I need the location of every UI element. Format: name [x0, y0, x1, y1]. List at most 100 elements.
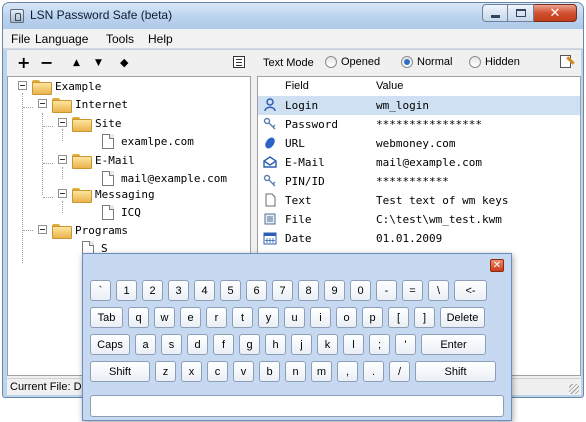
key-2-10[interactable]: ;: [369, 334, 390, 355]
menu-file[interactable]: File: [11, 32, 30, 46]
key-0-6[interactable]: 6: [246, 280, 267, 301]
list-view-icon[interactable]: [233, 56, 245, 68]
key-0-1[interactable]: 1: [116, 280, 137, 301]
key-1-5[interactable]: t: [232, 307, 253, 328]
key-0-5[interactable]: 5: [220, 280, 241, 301]
key-0-4[interactable]: 4: [194, 280, 215, 301]
key-0-9[interactable]: 9: [324, 280, 345, 301]
key-3-2[interactable]: x: [181, 361, 202, 382]
key-2-5[interactable]: g: [239, 334, 260, 355]
key-0-13[interactable]: \: [428, 280, 449, 301]
radio-hidden[interactable]: Hidden: [469, 56, 520, 68]
key-3-9[interactable]: .: [363, 361, 384, 382]
key-3-7[interactable]: m: [311, 361, 332, 382]
key-0-14[interactable]: <-: [454, 280, 487, 301]
key-1-13[interactable]: Delete: [440, 307, 485, 328]
key-2-11[interactable]: ': [395, 334, 416, 355]
keyboard-close-button[interactable]: ✕: [490, 259, 504, 272]
tree-node-site[interactable]: Site: [72, 114, 122, 132]
sort-button[interactable]: ◆: [120, 53, 128, 73]
tree-node-programs[interactable]: Programs: [52, 221, 128, 239]
key-1-3[interactable]: e: [180, 307, 201, 328]
title-bar[interactable]: LSN Password Safe (beta) ✕: [3, 3, 583, 29]
column-value[interactable]: Value: [376, 80, 403, 92]
maximize-button[interactable]: [508, 4, 534, 22]
grid-row-pin[interactable]: PIN/ID ***********: [258, 172, 580, 191]
radio-opened[interactable]: Opened: [325, 56, 380, 68]
collapse-site-icon[interactable]: [58, 118, 67, 127]
key-1-2[interactable]: w: [154, 307, 175, 328]
collapse-example-icon[interactable]: [18, 81, 27, 90]
key-2-1[interactable]: a: [135, 334, 156, 355]
key-2-7[interactable]: j: [291, 334, 312, 355]
grid-row-email[interactable]: E-Mail mail@example.com: [258, 153, 580, 172]
grid-row-password[interactable]: Password ****************: [258, 115, 580, 134]
key-2-12[interactable]: Enter: [421, 334, 486, 355]
key-0-0[interactable]: `: [90, 280, 111, 301]
grid-row-login[interactable]: Login wm_login: [258, 96, 580, 115]
collapse-programs-icon[interactable]: [38, 225, 47, 234]
key-3-4[interactable]: v: [233, 361, 254, 382]
key-0-3[interactable]: 3: [168, 280, 189, 301]
menu-language[interactable]: Language: [35, 32, 88, 46]
tree-node-email[interactable]: E-Mail: [72, 151, 135, 169]
add-button[interactable]: +: [17, 53, 30, 73]
key-3-0[interactable]: Shift: [90, 361, 150, 382]
grid-row-date[interactable]: Date 01.01.2009: [258, 229, 580, 248]
key-3-1[interactable]: z: [155, 361, 176, 382]
key-3-10[interactable]: /: [389, 361, 410, 382]
key-1-1[interactable]: q: [128, 307, 149, 328]
move-up-button[interactable]: ▲: [73, 53, 80, 73]
tree-item-icq[interactable]: ICQ: [102, 203, 141, 221]
key-2-4[interactable]: f: [213, 334, 234, 355]
remove-button[interactable]: −: [40, 53, 53, 73]
grid-row-text[interactable]: Text Test text of wm keys: [258, 191, 580, 210]
key-2-6[interactable]: h: [265, 334, 286, 355]
move-down-button[interactable]: ▼: [95, 53, 102, 73]
key-3-3[interactable]: c: [207, 361, 228, 382]
tree-item-examlpe-com[interactable]: examlpe.com: [102, 132, 194, 150]
key-1-9[interactable]: o: [336, 307, 357, 328]
key-3-5[interactable]: b: [259, 361, 280, 382]
key-2-8[interactable]: k: [317, 334, 338, 355]
key-0-8[interactable]: 8: [298, 280, 319, 301]
keyboard-input-field[interactable]: [90, 395, 504, 417]
key-3-11[interactable]: Shift: [415, 361, 496, 382]
key-0-12[interactable]: =: [402, 280, 423, 301]
resize-grip-icon[interactable]: [569, 384, 579, 394]
key-3-6[interactable]: n: [285, 361, 306, 382]
key-0-2[interactable]: 2: [142, 280, 163, 301]
menu-help[interactable]: Help: [148, 32, 173, 46]
collapse-messaging-icon[interactable]: [58, 189, 67, 198]
edit-icon[interactable]: [559, 54, 575, 70]
tree-node-messaging[interactable]: Messaging: [72, 185, 155, 203]
tree-node-example[interactable]: Example: [32, 77, 101, 95]
key-2-9[interactable]: l: [343, 334, 364, 355]
key-1-6[interactable]: y: [258, 307, 279, 328]
key-0-10[interactable]: 0: [350, 280, 371, 301]
collapse-internet-icon[interactable]: [38, 99, 47, 108]
key-3-8[interactable]: ,: [337, 361, 358, 382]
key-1-7[interactable]: u: [284, 307, 305, 328]
key-icon: [263, 117, 276, 130]
key-0-7[interactable]: 7: [272, 280, 293, 301]
key-1-10[interactable]: p: [362, 307, 383, 328]
minimize-button[interactable]: [482, 4, 508, 22]
column-field[interactable]: Field: [285, 80, 309, 92]
key-0-11[interactable]: -: [376, 280, 397, 301]
key-1-0[interactable]: Tab: [90, 307, 123, 328]
key-1-12[interactable]: ]: [414, 307, 435, 328]
key-2-2[interactable]: s: [161, 334, 182, 355]
key-1-11[interactable]: [: [388, 307, 409, 328]
menu-tools[interactable]: Tools: [106, 32, 134, 46]
key-2-3[interactable]: d: [187, 334, 208, 355]
key-1-4[interactable]: r: [206, 307, 227, 328]
close-button[interactable]: ✕: [534, 4, 577, 22]
key-1-8[interactable]: i: [310, 307, 331, 328]
grid-row-url[interactable]: URL webmoney.com: [258, 134, 580, 153]
key-2-0[interactable]: Caps: [90, 334, 130, 355]
grid-row-file[interactable]: File C:\test\wm_test.kwm: [258, 210, 580, 229]
tree-node-internet[interactable]: Internet: [52, 95, 128, 113]
radio-normal[interactable]: Normal: [401, 56, 452, 68]
collapse-email-icon[interactable]: [58, 155, 67, 164]
